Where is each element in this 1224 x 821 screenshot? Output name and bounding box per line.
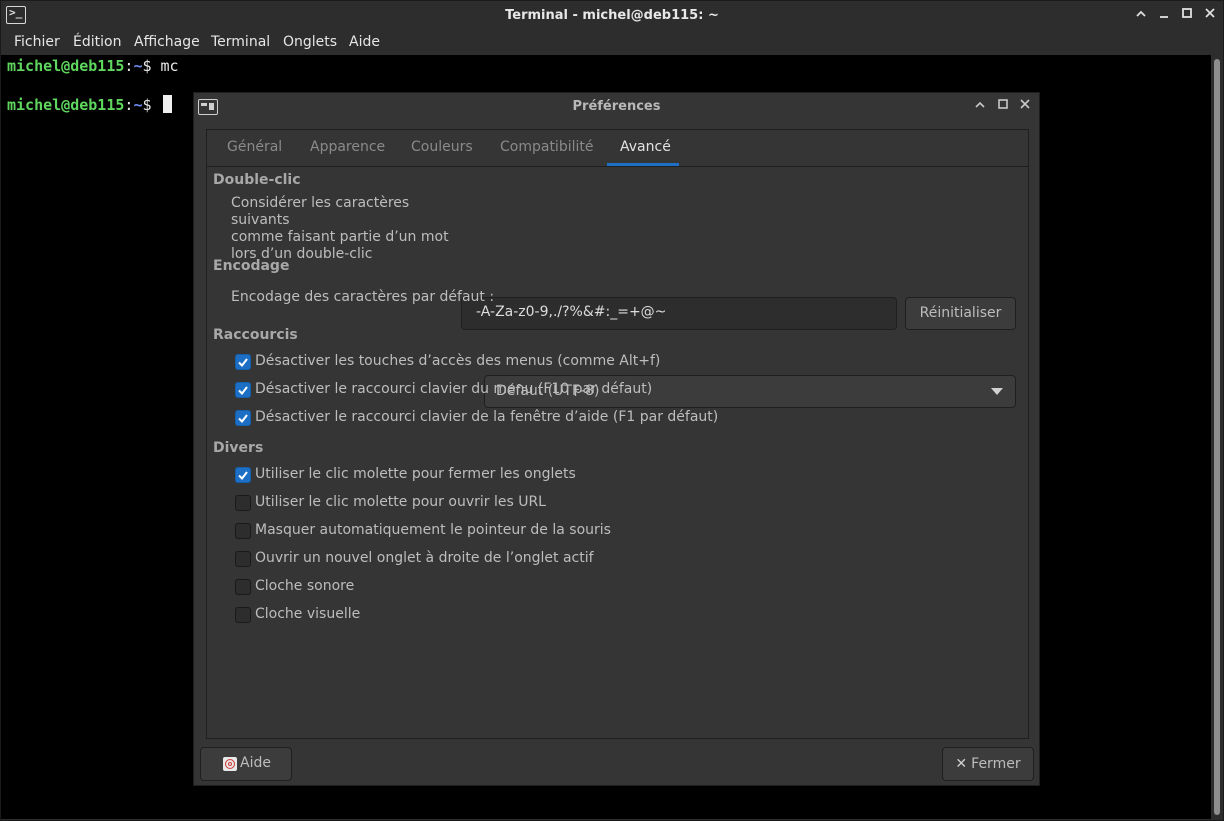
menu-aide[interactable]: Aide: [349, 34, 380, 50]
close-x-icon: ✕: [955, 756, 968, 772]
checkbox-checked[interactable]: [235, 382, 251, 398]
preferences-dialog: Préférences Général Apparence Couleurs C…: [193, 92, 1040, 786]
dialog-close-icon[interactable]: [1016, 98, 1034, 116]
menu-affichage[interactable]: Affichage: [134, 34, 200, 50]
section-shortcuts: Raccourcis: [213, 327, 298, 343]
terminal-titlebar[interactable]: >_ Terminal - michel@deb115: ~: [1, 1, 1223, 31]
checkbox-checked[interactable]: [235, 467, 251, 483]
preferences-notebook: Général Apparence Couleurs Compatibilité…: [206, 129, 1029, 739]
dialog-title: Préférences: [572, 99, 661, 114]
terminal-cursor: [162, 95, 172, 113]
dialog-maximize-icon[interactable]: [994, 98, 1012, 116]
double-click-group: Considérer les caractères suivants comme…: [207, 165, 1028, 262]
close-icon[interactable]: [1201, 7, 1219, 25]
scrollbar-thumb[interactable]: [1214, 59, 1220, 815]
menu-fichier[interactable]: Fichier: [14, 34, 60, 50]
dropdown-arrow-icon: [991, 388, 1003, 395]
menu-bar: Fichier Édition Affichage Terminal Ongle…: [1, 31, 1223, 55]
close-button[interactable]: ✕ Fermer: [942, 747, 1034, 781]
section-misc: Divers: [213, 440, 264, 456]
encoding-label: Encodage des caractères par défaut :: [231, 289, 495, 305]
help-lifebuoy-icon: [223, 757, 237, 771]
tab-bar: Général Apparence Couleurs Compatibilité…: [207, 130, 1028, 167]
reset-button[interactable]: Réinitialiser: [905, 297, 1016, 330]
menu-edition[interactable]: Édition: [73, 34, 121, 50]
menu-terminal[interactable]: Terminal: [211, 34, 270, 50]
tab-couleurs[interactable]: Couleurs: [411, 139, 473, 155]
section-encoding: Encodage: [213, 258, 290, 274]
checkbox-unchecked[interactable]: [235, 551, 251, 567]
help-button[interactable]: Aide: [200, 747, 292, 781]
terminal-line: michel@deb115:~$: [7, 95, 172, 114]
checkbox-unchecked[interactable]: [235, 523, 251, 539]
checkbox-unchecked[interactable]: [235, 579, 251, 595]
maximize-icon[interactable]: [1178, 7, 1196, 25]
tab-avance[interactable]: Avancé: [620, 139, 671, 155]
checkbox-checked[interactable]: [235, 354, 251, 370]
menu-onglets[interactable]: Onglets: [283, 34, 337, 50]
checkbox-checked[interactable]: [235, 410, 251, 426]
tab-general[interactable]: Général: [227, 139, 282, 155]
tab-apparence[interactable]: Apparence: [310, 139, 385, 155]
shade-icon[interactable]: [1132, 7, 1150, 25]
dialog-shade-icon[interactable]: [971, 98, 989, 116]
window-title: Terminal - michel@deb115: ~: [505, 8, 719, 23]
terminal-scrollbar[interactable]: [1212, 55, 1223, 819]
double-click-label: Considérer les caractères suivants comme…: [231, 195, 449, 262]
minimize-icon[interactable]: [1155, 7, 1173, 25]
checkbox-unchecked[interactable]: [235, 495, 251, 511]
word-chars-input[interactable]: -A-Za-z0-9,./?%&#:_=+@~: [461, 297, 897, 330]
checkbox-unchecked[interactable]: [235, 607, 251, 623]
tab-compatibilite[interactable]: Compatibilité: [500, 139, 593, 155]
dialog-titlebar[interactable]: Préférences: [194, 93, 1039, 121]
terminal-line: michel@deb115:~$ mc: [7, 57, 179, 75]
